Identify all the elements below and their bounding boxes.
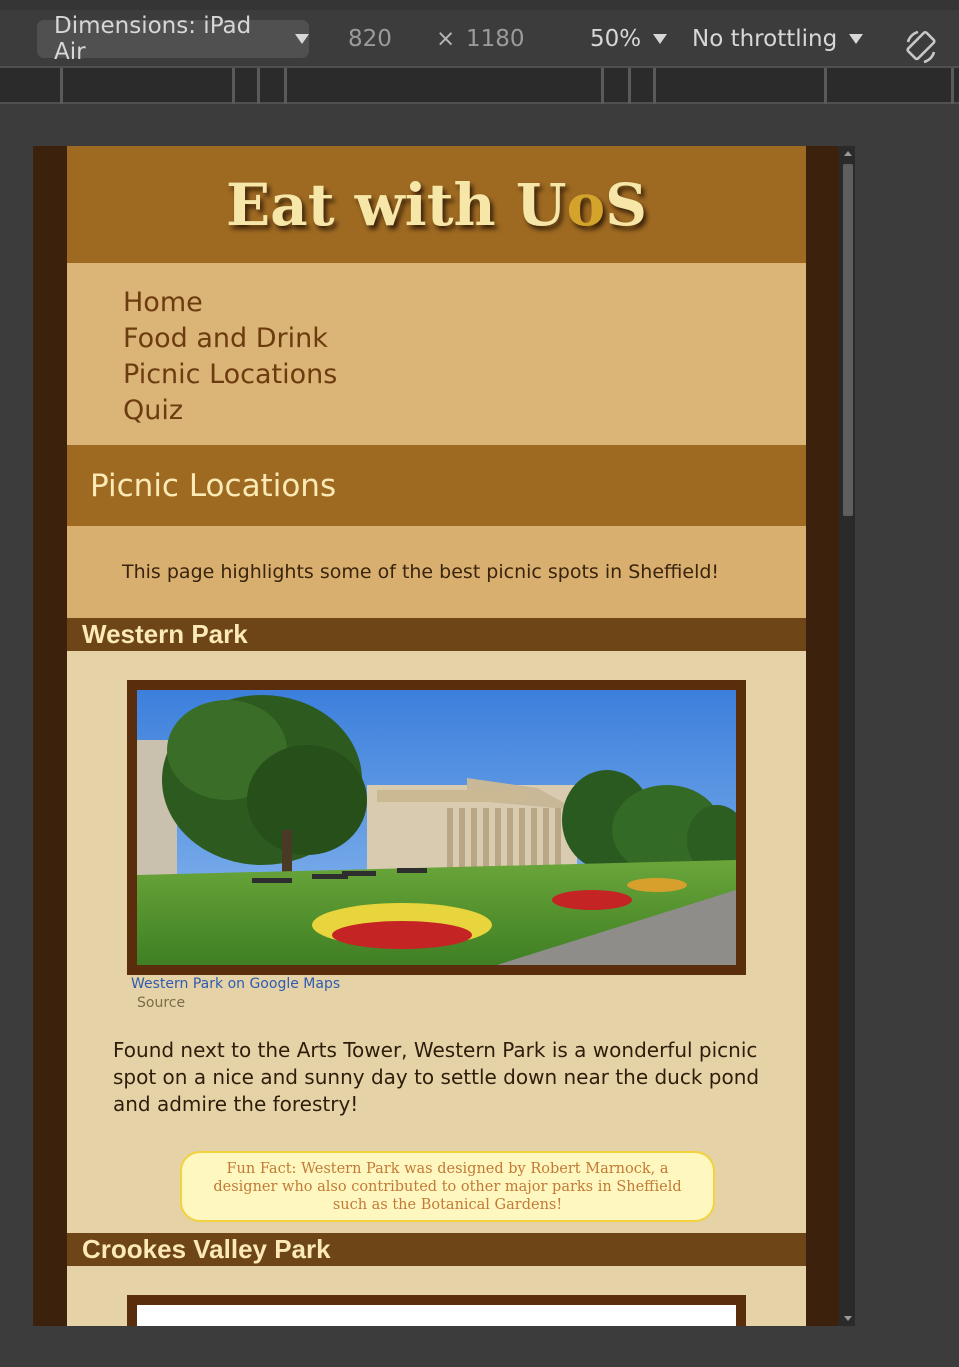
photo-frame bbox=[127, 1295, 746, 1326]
ruler-tick[interactable] bbox=[60, 68, 63, 104]
scroll-down-icon[interactable] bbox=[844, 1316, 852, 1321]
google-maps-link[interactable]: Western Park on Google Maps bbox=[131, 976, 340, 992]
section-heading-crookes-valley-park: Crookes Valley Park bbox=[67, 1233, 806, 1266]
ruler-tick[interactable] bbox=[951, 68, 954, 104]
section-heading-western-park: Western Park bbox=[67, 618, 806, 651]
throttling-select[interactable]: No throttling bbox=[692, 20, 864, 58]
section-crookes-valley-park bbox=[67, 1266, 806, 1326]
chevron-down-icon bbox=[849, 34, 864, 44]
media-query-ruler bbox=[0, 66, 959, 104]
ruler-tick[interactable] bbox=[653, 68, 656, 104]
section-description: Found next to the Arts Tower, Western Pa… bbox=[113, 1038, 760, 1116]
section-title: Crookes Valley Park bbox=[82, 1234, 331, 1264]
height-input[interactable]: 1180 bbox=[466, 20, 525, 58]
width-input[interactable]: 820 bbox=[348, 20, 392, 58]
crookes-valley-photo bbox=[137, 1305, 736, 1326]
zoom-label: 50% bbox=[590, 26, 642, 52]
throttling-label: No throttling bbox=[692, 26, 838, 52]
section-title: Western Park bbox=[82, 619, 248, 649]
main-nav: Home Food and Drink Picnic Locations Qui… bbox=[67, 263, 806, 445]
ruler-tick[interactable] bbox=[284, 68, 287, 104]
photo-frame bbox=[127, 680, 746, 975]
nav-item-food-and-drink[interactable]: Food and Drink bbox=[123, 321, 806, 357]
nav-item-quiz[interactable]: Quiz bbox=[123, 393, 806, 429]
web-page: Eat with UoS Home Food and Drink Picnic … bbox=[67, 146, 806, 1326]
scrollbar[interactable] bbox=[839, 146, 855, 1326]
intro-section: This page highlights some of the best pi… bbox=[67, 526, 806, 618]
page-title: Picnic Locations bbox=[90, 467, 337, 504]
page-heading-bar: Picnic Locations bbox=[67, 445, 806, 526]
chevron-down-icon bbox=[295, 34, 309, 44]
devtools-toolbar: Dimensions: iPad Air 820 × 1180 50% No t… bbox=[0, 0, 959, 66]
dimensions-select[interactable]: Dimensions: iPad Air bbox=[37, 13, 309, 65]
nav-item-home[interactable]: Home bbox=[123, 285, 806, 321]
ruler-tick[interactable] bbox=[628, 68, 631, 104]
photo-source: Source bbox=[137, 995, 186, 1011]
site-title: Eat with UoS bbox=[225, 170, 648, 239]
fun-fact-box: Fun Fact: Western Park was designed by R… bbox=[180, 1151, 715, 1222]
ruler-tick[interactable] bbox=[232, 68, 235, 104]
section-western-park: Western Park on Google Maps Source Found… bbox=[67, 651, 806, 1233]
scroll-thumb[interactable] bbox=[843, 164, 853, 516]
western-park-photo bbox=[137, 690, 736, 965]
ruler-tick[interactable] bbox=[601, 68, 604, 104]
chevron-down-icon bbox=[653, 34, 668, 44]
intro-text: This page highlights some of the best pi… bbox=[122, 561, 720, 583]
site-header: Eat with UoS bbox=[67, 146, 806, 263]
scroll-up-icon[interactable] bbox=[844, 151, 852, 156]
times-icon: × bbox=[436, 26, 456, 52]
dimensions-label: Dimensions: iPad Air bbox=[54, 13, 252, 65]
ruler-tick[interactable] bbox=[824, 68, 827, 104]
nav-item-picnic-locations[interactable]: Picnic Locations bbox=[123, 357, 806, 393]
rotate-icon[interactable] bbox=[902, 28, 940, 66]
ruler-tick[interactable] bbox=[257, 68, 260, 104]
device-viewport: Eat with UoS Home Food and Drink Picnic … bbox=[33, 146, 855, 1326]
zoom-select[interactable]: 50% bbox=[590, 20, 668, 58]
